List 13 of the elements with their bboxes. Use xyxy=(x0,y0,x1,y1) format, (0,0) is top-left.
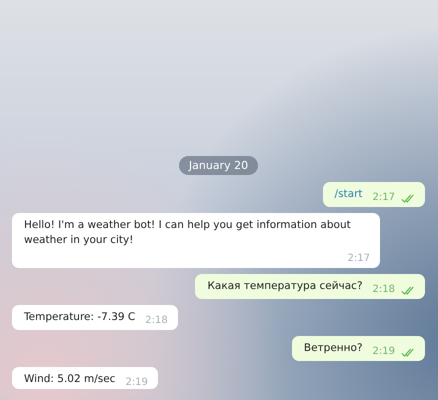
command-link[interactable]: /start xyxy=(334,187,363,202)
message-time: 2:17 xyxy=(372,192,395,204)
message-time: 2:17 xyxy=(348,253,370,265)
message-time: 2:18 xyxy=(145,315,168,327)
message-text: Hello! I'm a weather bot! I can help you get information about weather in your city! xyxy=(24,218,352,248)
message-time: 2:19 xyxy=(125,377,148,389)
message-text: Ветренно? xyxy=(304,341,363,356)
message-text: Какая температура сейчас? xyxy=(207,279,363,294)
message-time: 2:18 xyxy=(372,284,395,296)
date-label: January 20 xyxy=(178,156,258,175)
message-time: 2:19 xyxy=(372,346,395,358)
message-text: Temperature: -7.39 C xyxy=(24,310,136,325)
message-text: Wind: 5.02 m/sec xyxy=(24,372,116,387)
